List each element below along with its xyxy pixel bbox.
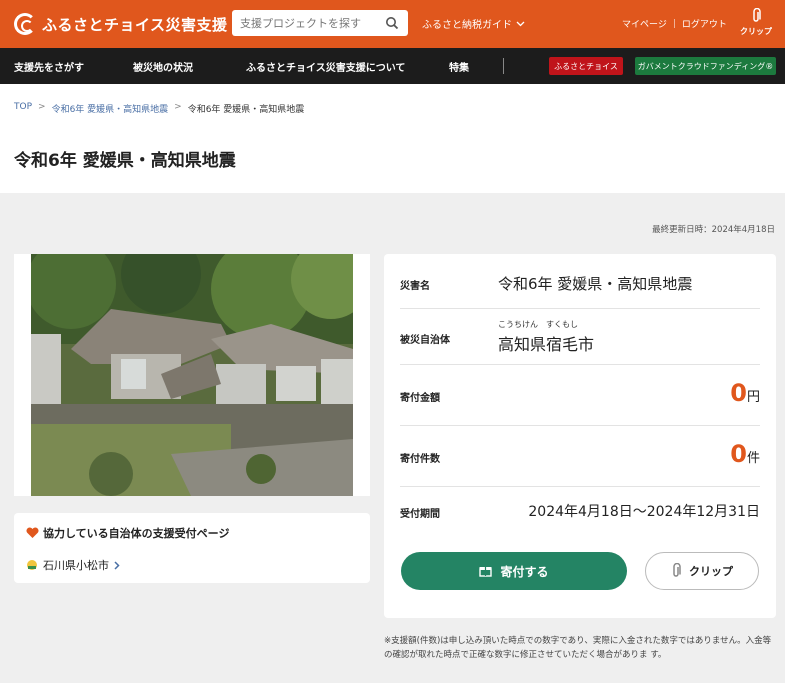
logo-icon <box>14 13 36 35</box>
city-mascot-icon <box>27 560 37 570</box>
affected-area-row: 被災自治体 こうちけん すくもし 高知県宿毛市 <box>400 309 760 365</box>
mypage-link[interactable]: マイページ <box>622 17 667 30</box>
nav-item-status[interactable]: 被災地の状況 <box>133 59 193 74</box>
donation-count-row: 寄付件数 0件 <box>400 426 760 487</box>
link-separator: | <box>672 18 676 29</box>
breadcrumb-current: 令和6年 愛媛県・高知県地震 <box>187 105 305 115</box>
donation-amount-value: 0 <box>730 379 747 407</box>
nav-item-features[interactable]: 特集 <box>449 59 469 74</box>
donation-count-unit: 件 <box>746 451 760 466</box>
search-input[interactable] <box>232 11 380 35</box>
main-nav: 支援先をさがす 被災地の状況 ふるさとチョイス災害支援について 特集 ふるさとチ… <box>0 48 785 84</box>
donation-amount-row: 寄付金額 0円 <box>400 365 760 426</box>
breadcrumb-top[interactable]: TOP <box>14 102 32 115</box>
chevron-right-icon <box>114 560 120 570</box>
breadcrumb-arrow-icon: > <box>38 102 46 112</box>
nav-item-search[interactable]: 支援先をさがす <box>14 59 84 74</box>
paperclip-icon <box>673 563 681 577</box>
disaster-name-row: 災害名 令和6年 愛媛県・高知県地震 <box>400 254 760 309</box>
clip-header-label: クリップ <box>740 27 772 36</box>
breadcrumb: TOP > 令和6年 愛媛県・高知県地震 > 令和6年 愛媛県・高知県地震 <box>14 102 304 115</box>
last-updated: 最終更新日時：2024年4月18日 <box>652 225 775 235</box>
heart-hands-icon <box>26 527 39 538</box>
site-logo[interactable]: ふるさとチョイス災害支援 <box>14 13 228 35</box>
chevron-down-icon <box>516 21 525 26</box>
clip-button[interactable]: クリップ <box>645 552 759 590</box>
account-links: マイページ | ログアウト <box>622 17 727 31</box>
clip-button-label: クリップ <box>689 565 733 578</box>
disaster-name-label: 災害名 <box>400 281 430 292</box>
municipality-link-text: 石川県小松市 <box>43 559 109 572</box>
municipality-link[interactable]: 石川県小松市 <box>26 557 120 573</box>
paperclip-icon <box>753 8 761 22</box>
nav-divider <box>503 58 504 74</box>
disaster-photo <box>31 254 353 496</box>
gcf-badge[interactable]: ガバメントクラウドファンディング® <box>635 57 776 75</box>
donation-amount-label: 寄付金額 <box>400 393 440 404</box>
gift-icon <box>479 567 493 577</box>
page-title: 令和6年 愛媛県・高知県地震 <box>14 151 236 171</box>
municipality-card: 協力している自治体の支援受付ページ 石川県小松市 <box>14 513 370 583</box>
disclaimer-note: ※支援額(件数)は申し込み頂いた時点での数字であり、実際に入金された数字ではあり… <box>384 636 772 660</box>
disaster-photo-card <box>14 254 370 496</box>
logout-link[interactable]: ログアウト <box>682 17 727 30</box>
donation-count-label: 寄付件数 <box>400 454 440 465</box>
guide-label: ふるさと納税ガイド <box>422 20 512 31</box>
municipality-title: 協力している自治体の支援受付ページ <box>26 525 229 541</box>
period-label: 受付期間 <box>400 509 440 520</box>
donation-amount: 0円 <box>730 379 760 407</box>
period-row: 受付期間 2024年4月18日～2024年12月31日 <box>400 487 760 537</box>
disaster-info-card: 災害名 令和6年 愛媛県・高知県地震 被災自治体 こうちけん すくもし 高知県宿… <box>384 254 776 618</box>
furusato-choice-badge[interactable]: ふるさとチョイス <box>549 57 623 75</box>
breadcrumb-category[interactable]: 令和6年 愛媛県・高知県地震 <box>52 102 169 115</box>
top-header: ふるさとチョイス災害支援 ふるさと納税ガイド マイページ | ログアウト クリッ… <box>0 0 785 48</box>
logo-text: ふるさとチョイス災害支援 <box>42 15 228 34</box>
affected-area-value: 高知県宿毛市 <box>498 335 595 354</box>
donation-count-value: 0 <box>730 440 747 468</box>
donate-button[interactable]: 寄付する <box>401 552 627 590</box>
donate-button-label: 寄付する <box>500 564 549 579</box>
title-area: TOP > 令和6年 愛媛県・高知県地震 > 令和6年 愛媛県・高知県地震 令和… <box>0 84 785 193</box>
period-value: 2024年4月18日～2024年12月31日 <box>528 504 760 520</box>
guide-dropdown[interactable]: ふるさと納税ガイド <box>422 16 525 31</box>
donation-count: 0件 <box>730 440 760 468</box>
donation-amount-unit: 円 <box>746 390 760 405</box>
disaster-name-value: 令和6年 愛媛県・高知県地震 <box>498 275 693 293</box>
clip-header-button[interactable]: クリップ <box>740 8 772 37</box>
affected-area-ruby: こうちけん すくもし <box>498 320 578 329</box>
search-icon[interactable] <box>380 11 404 35</box>
municipality-title-text: 協力している自治体の支援受付ページ <box>43 527 230 540</box>
nav-item-about[interactable]: ふるさとチョイス災害支援について <box>246 59 405 74</box>
affected-area-label: 被災自治体 <box>400 335 450 346</box>
breadcrumb-arrow-icon: > <box>174 102 182 112</box>
search-box <box>232 10 408 36</box>
